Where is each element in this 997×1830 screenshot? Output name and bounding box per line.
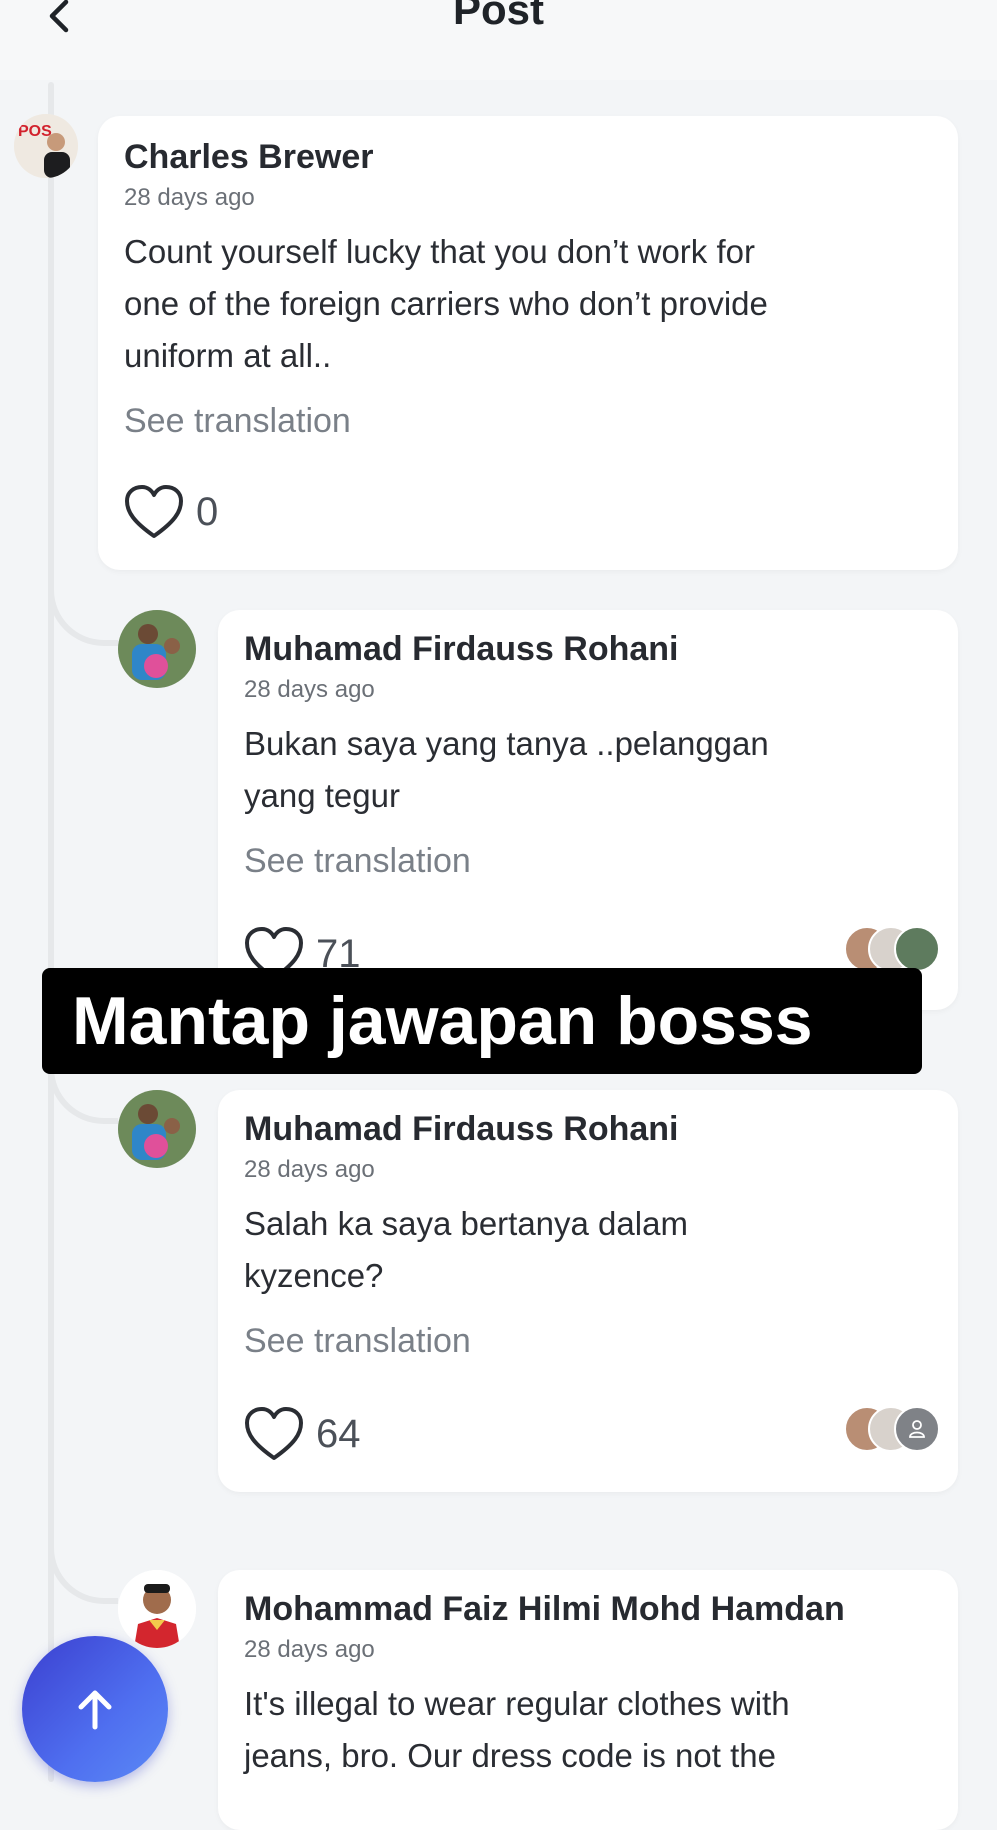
page-title: Post: [452, 0, 544, 33]
comment-card: Charles Brewer 28 days ago Count yoursel…: [98, 116, 958, 570]
comment-author[interactable]: Muhamad Firdauss Rohani: [244, 630, 679, 669]
user-placeholder-icon: [894, 1406, 940, 1452]
comment-text: Bukan saya yang tanya ..pelanggan yang t…: [244, 725, 769, 814]
like-count: 64: [316, 1411, 361, 1456]
reactor-avatars[interactable]: [844, 926, 944, 974]
reply-connector: [48, 1534, 118, 1604]
comment-timestamp: 28 days ago: [244, 1156, 375, 1183]
comment-card: Muhamad Firdauss Rohani 28 days ago Buka…: [218, 610, 958, 1010]
heart-icon: [125, 485, 183, 538]
reactor-avatar: [894, 926, 940, 972]
like-button[interactable]: 0: [124, 484, 218, 540]
comment-card: Muhamad Firdauss Rohani 28 days ago Sala…: [218, 1090, 958, 1492]
comment-author[interactable]: Mohammad Faiz Hilmi Mohd Hamdan: [244, 1590, 845, 1629]
comment-author[interactable]: Muhamad Firdauss Rohani: [244, 1110, 679, 1149]
comment-author[interactable]: Charles Brewer: [124, 138, 373, 177]
svg-text:POS: POS: [18, 123, 52, 140]
avatar[interactable]: POS: [14, 114, 78, 178]
comment-timestamp: 28 days ago: [124, 184, 255, 211]
avatar[interactable]: [118, 1090, 196, 1168]
thread-line: [48, 82, 54, 1782]
avatar[interactable]: [118, 1570, 196, 1648]
comment-card: Mohammad Faiz Hilmi Mohd Hamdan 28 days …: [218, 1570, 958, 1830]
see-translation-link[interactable]: See translation: [124, 402, 351, 441]
heart-icon: [245, 1407, 303, 1460]
comment-text: Count yourself lucky that you don’t work…: [124, 233, 768, 374]
comment-text: It's illegal to wear regular clothes wit…: [244, 1685, 790, 1774]
see-translation-link[interactable]: See translation: [244, 842, 471, 881]
scroll-to-top-button[interactable]: [22, 1636, 168, 1782]
reply-connector: [48, 576, 118, 646]
caption-overlay: Mantap jawapan bosss: [42, 968, 922, 1074]
avatar[interactable]: [118, 610, 196, 688]
comment-timestamp: 28 days ago: [244, 1636, 375, 1663]
arrow-up-icon: [78, 1690, 112, 1730]
caption-text: Mantap jawapan bosss: [72, 983, 813, 1059]
comment-text: Salah ka saya bertanya dalam kyzence?: [244, 1205, 688, 1294]
see-translation-link[interactable]: See translation: [244, 1322, 471, 1361]
like-count: 0: [196, 489, 219, 534]
top-bar: Post: [0, 0, 997, 80]
comment-timestamp: 28 days ago: [244, 676, 375, 703]
reactor-avatars[interactable]: [844, 1406, 944, 1454]
like-button[interactable]: 64: [244, 1406, 361, 1462]
